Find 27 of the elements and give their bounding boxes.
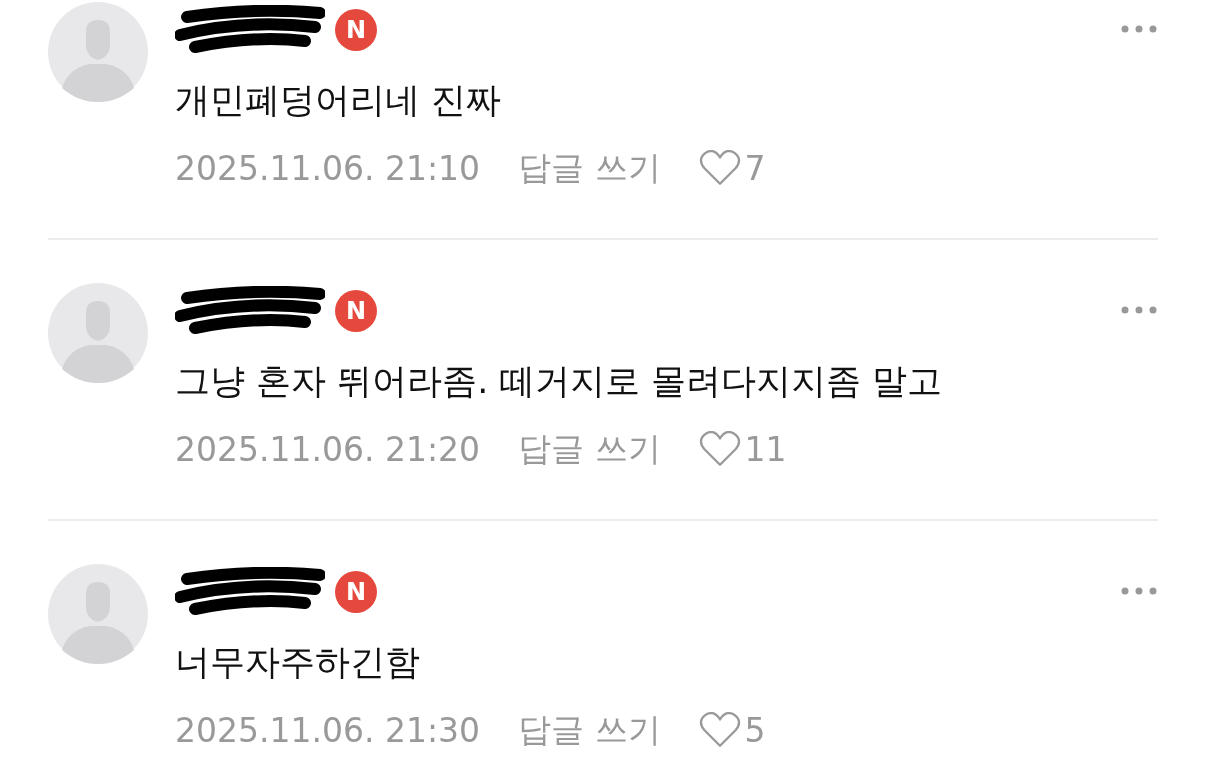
comment-text: 너무자주하긴함	[175, 641, 421, 684]
more-icon[interactable]	[1120, 586, 1158, 596]
badge: N	[335, 290, 377, 332]
heart-icon[interactable]	[698, 430, 741, 468]
reply-link[interactable]: 답글 쓰기	[518, 707, 661, 753]
like-count: 11	[744, 429, 787, 469]
badge: N	[335, 9, 377, 51]
like-button[interactable]: 5	[698, 710, 766, 750]
like-button[interactable]: 7	[698, 148, 766, 188]
reply-link[interactable]: 답글 쓰기	[518, 145, 661, 191]
heart-icon[interactable]	[698, 149, 741, 187]
comment-text: 그냥 혼자 뛰어라좀. 떼거지로 몰려다지지좀 말고	[175, 360, 943, 403]
like-count: 5	[744, 710, 766, 750]
comment-text: 개민폐덩어리네 진짜	[175, 79, 503, 122]
comment-time: 2025.11.06. 21:20	[175, 429, 481, 469]
avatar-icon	[48, 564, 148, 664]
comment-time: 2025.11.06. 21:30	[175, 710, 481, 750]
avatar-icon	[48, 2, 148, 102]
like-button[interactable]: 11	[698, 429, 787, 469]
reply-link[interactable]: 답글 쓰기	[518, 426, 661, 472]
heart-icon[interactable]	[698, 711, 741, 749]
more-icon[interactable]	[1120, 305, 1158, 315]
avatar-icon	[48, 283, 148, 383]
more-icon[interactable]	[1120, 24, 1158, 34]
badge: N	[335, 571, 377, 613]
like-count: 7	[744, 148, 766, 188]
comment-time: 2025.11.06. 21:10	[175, 148, 481, 188]
